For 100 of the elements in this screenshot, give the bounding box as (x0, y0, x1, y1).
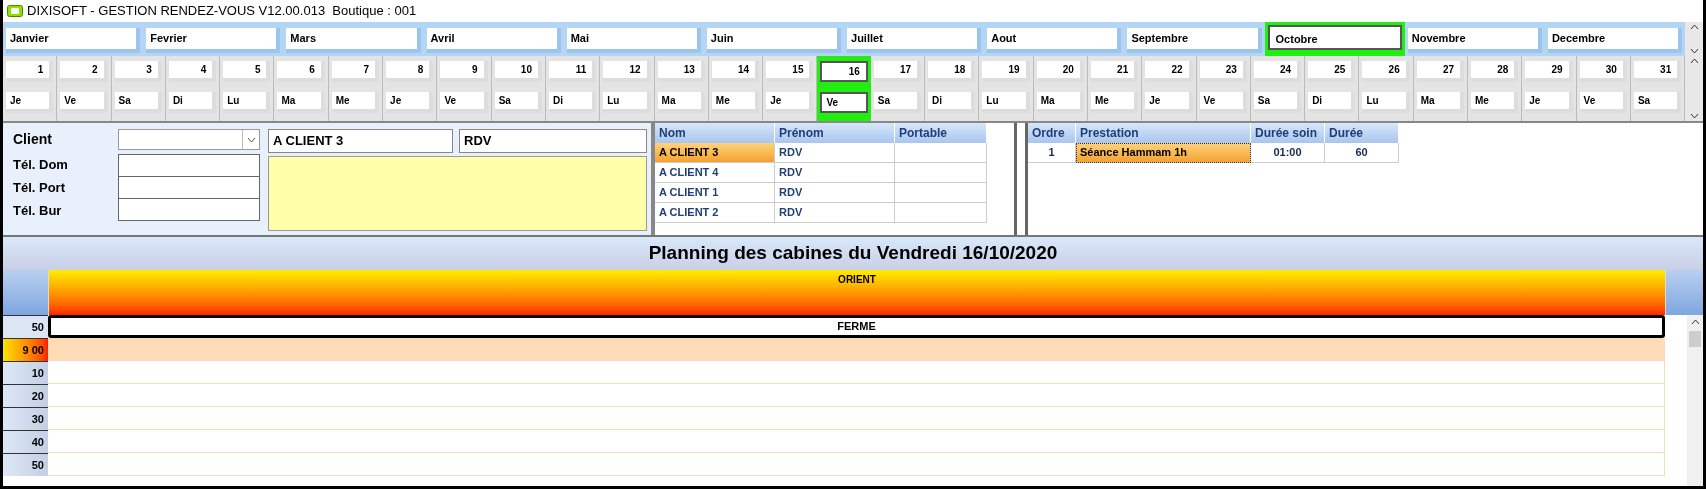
table-cell[interactable]: RDV (775, 203, 895, 223)
month-tab[interactable]: Aout (987, 27, 1122, 53)
table-cell[interactable]: RDV (775, 163, 895, 183)
scrollbar[interactable] (1685, 56, 1703, 121)
table-cell[interactable]: RDV (775, 183, 895, 203)
month-tab[interactable]: Octobre (1267, 25, 1402, 50)
weekday-button[interactable]: Di (548, 92, 597, 113)
day-number-button[interactable]: 15 (766, 61, 814, 82)
month-tab[interactable]: Avril (426, 27, 561, 53)
weekday-button[interactable]: Me (1090, 92, 1139, 113)
weekday-button[interactable]: Lu (1362, 92, 1410, 113)
scroll-up-icon[interactable] (1689, 24, 1699, 30)
day-number-button[interactable]: 20 (1036, 61, 1084, 82)
weekday-button[interactable]: Lu (982, 92, 1030, 113)
day-number-button[interactable]: 10 (494, 61, 542, 82)
weekday-button[interactable]: Ma (1036, 92, 1084, 113)
weekday-button[interactable]: Je (1145, 92, 1193, 113)
column-header[interactable]: Durée soin (1251, 123, 1325, 143)
scroll-up-icon[interactable] (1689, 58, 1699, 64)
appointment-type-field[interactable]: RDV (459, 129, 647, 153)
day-number-button[interactable]: 27 (1416, 61, 1464, 82)
scroll-down-icon[interactable] (1689, 113, 1699, 119)
closed-block[interactable]: FERME (48, 315, 1665, 338)
scrollbar[interactable] (1687, 315, 1703, 486)
day-number-button[interactable]: 23 (1199, 61, 1247, 82)
column-header[interactable]: Prénom (775, 123, 895, 143)
weekday-button[interactable]: Di (928, 92, 976, 113)
weekday-button[interactable]: Ve (440, 92, 488, 113)
day-number-button[interactable]: 4 (168, 61, 217, 82)
weekday-button[interactable]: Sa (1253, 92, 1302, 113)
month-tab[interactable]: Fevrier (146, 27, 281, 53)
scrollbar[interactable] (1685, 22, 1703, 56)
day-number-button[interactable]: 28 (1471, 61, 1519, 82)
day-number-button[interactable]: 30 (1579, 61, 1627, 82)
day-number-button[interactable]: 5 (223, 61, 271, 82)
scroll-up-icon[interactable] (1690, 319, 1700, 325)
phone-field[interactable] (118, 198, 260, 221)
column-header[interactable]: Portable (895, 123, 987, 143)
column-header[interactable]: Ordre (1028, 123, 1076, 143)
day-number-button[interactable]: 21 (1090, 61, 1139, 82)
day-number-button[interactable]: 8 (386, 61, 434, 82)
weekday-button[interactable]: Me (711, 92, 760, 113)
day-number-button[interactable]: 29 (1525, 61, 1573, 82)
weekday-button[interactable]: Je (1525, 92, 1573, 113)
weekday-button[interactable]: Me (1471, 92, 1519, 113)
weekday-button[interactable]: Di (1308, 92, 1356, 113)
client-name-field[interactable]: A CLIENT 3 (268, 129, 453, 153)
table-cell[interactable]: RDV (775, 143, 895, 163)
table-cell[interactable]: A CLIENT 4 (655, 163, 775, 183)
day-number-button[interactable]: 31 (1633, 61, 1682, 82)
day-number-button[interactable]: 18 (928, 61, 976, 82)
column-header[interactable]: Nom (655, 123, 775, 143)
month-tab[interactable]: Decembre (1547, 27, 1683, 53)
month-tab[interactable]: Juin (706, 27, 842, 53)
day-number-button[interactable]: 26 (1362, 61, 1410, 82)
day-number-button[interactable]: 3 (114, 61, 162, 82)
column-header[interactable]: Durée (1325, 123, 1399, 143)
month-tab[interactable]: Novembre (1407, 27, 1542, 53)
day-number-button[interactable]: 9 (440, 61, 488, 82)
weekday-button[interactable]: Je (6, 92, 54, 113)
day-number-button[interactable]: 25 (1308, 61, 1356, 82)
weekday-button[interactable]: Lu (223, 92, 271, 113)
weekday-button[interactable]: Ve (1199, 92, 1247, 113)
day-number-button[interactable]: 19 (982, 61, 1030, 82)
weekday-button[interactable]: Ma (1416, 92, 1464, 113)
table-cell[interactable]: Séance Hammam 1h (1076, 143, 1251, 163)
table-cell[interactable]: A CLIENT 3 (655, 143, 775, 163)
month-tab[interactable]: Mai (566, 27, 701, 53)
month-tab[interactable]: Juillet (847, 27, 982, 53)
table-cell[interactable]: A CLIENT 1 (655, 183, 775, 203)
day-number-button[interactable]: 1 (6, 61, 54, 82)
weekday-button[interactable]: Lu (603, 92, 651, 113)
day-number-button[interactable]: 7 (331, 61, 380, 82)
phone-field[interactable] (118, 176, 260, 199)
day-number-button[interactable]: 11 (548, 61, 597, 82)
weekday-button[interactable]: Sa (873, 92, 922, 113)
weekday-button[interactable]: Ma (277, 92, 325, 113)
day-number-button[interactable]: 17 (873, 61, 922, 82)
table-cell[interactable]: 01:00 (1251, 143, 1325, 163)
month-tab[interactable]: Janvier (6, 27, 141, 53)
column-header[interactable]: Prestation (1076, 123, 1251, 143)
weekday-button[interactable]: Ve (60, 92, 108, 113)
weekday-button[interactable]: Je (766, 92, 814, 113)
month-tab[interactable]: Septembre (1127, 27, 1262, 53)
weekday-button[interactable]: Sa (494, 92, 542, 113)
day-number-button[interactable]: 14 (711, 61, 760, 82)
weekday-button[interactable]: Ve (1579, 92, 1627, 113)
phone-field[interactable] (118, 154, 260, 177)
weekday-button[interactable]: Sa (114, 92, 162, 113)
weekday-button[interactable]: Di (168, 92, 217, 113)
weekday-button[interactable]: Je (386, 92, 434, 113)
day-number-button[interactable]: 12 (603, 61, 651, 82)
table-cell[interactable]: 60 (1325, 143, 1399, 163)
day-number-button[interactable]: 13 (657, 61, 705, 82)
weekday-button[interactable]: Ve (820, 92, 868, 113)
day-number-button[interactable]: 2 (60, 61, 108, 82)
month-tab[interactable]: Mars (286, 27, 421, 53)
day-number-button[interactable]: 16 (820, 61, 868, 82)
scroll-down-icon[interactable] (1689, 48, 1699, 54)
table-cell[interactable]: A CLIENT 2 (655, 203, 775, 223)
